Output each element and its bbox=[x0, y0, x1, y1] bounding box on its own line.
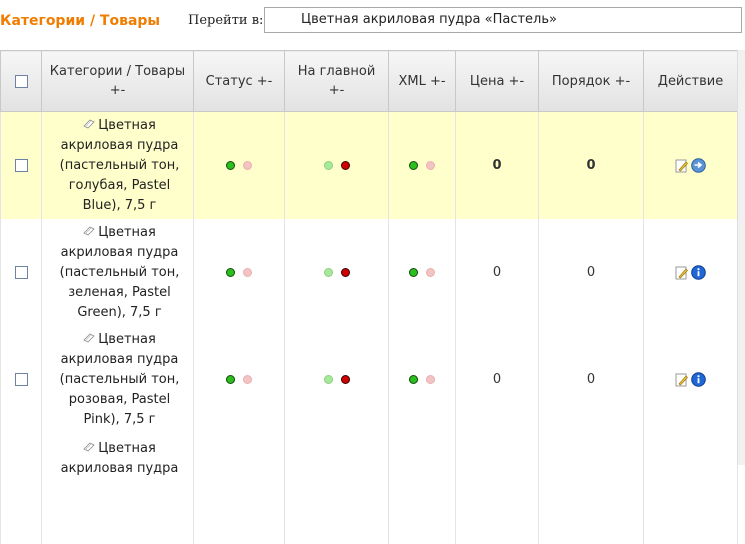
xml-cell bbox=[388, 219, 456, 326]
goto-label: Перейти в: bbox=[188, 13, 264, 28]
status-on-dot[interactable] bbox=[226, 161, 235, 170]
product-name-cell: Цветная акриловая пудра bbox=[41, 433, 194, 544]
home-cell bbox=[284, 219, 389, 326]
col-xml-header[interactable]: XML +- bbox=[388, 50, 456, 112]
edit-icon[interactable] bbox=[675, 373, 688, 387]
products-table: Категории / Товары +- Статус +- На главн… bbox=[0, 50, 738, 544]
home-off-dot[interactable] bbox=[340, 161, 350, 170]
status-on-dot[interactable] bbox=[226, 268, 235, 277]
status-cell bbox=[193, 433, 285, 544]
info-icon[interactable] bbox=[691, 372, 706, 387]
home-off-dot[interactable] bbox=[340, 268, 350, 277]
home-on-dot[interactable] bbox=[323, 161, 333, 170]
home-cell bbox=[284, 111, 389, 219]
edit-icon[interactable] bbox=[675, 159, 688, 173]
xml-off-dot[interactable] bbox=[426, 268, 435, 277]
document-icon bbox=[83, 333, 95, 342]
header-row: Категории / Товары +- Статус +- На главн… bbox=[0, 50, 738, 112]
col-status-header[interactable]: Статус +- bbox=[193, 50, 285, 112]
breadcrumb[interactable]: Категории / Товары bbox=[0, 13, 160, 29]
price-cell: 0 bbox=[455, 111, 539, 219]
table-row: Цветная акриловая пудра (пастельный тон,… bbox=[0, 326, 738, 433]
table-row: Цветная акриловая пудра (пастельный тон,… bbox=[0, 111, 738, 219]
xml-off-dot[interactable] bbox=[426, 375, 435, 384]
home-off-dot[interactable] bbox=[340, 375, 350, 384]
xml-off-dot[interactable] bbox=[426, 161, 435, 170]
status-off-dot[interactable] bbox=[243, 375, 252, 384]
status-on-dot[interactable] bbox=[226, 375, 235, 384]
scrollbar[interactable] bbox=[737, 50, 745, 465]
row-checkbox[interactable] bbox=[14, 373, 28, 386]
order-cell: 0 bbox=[538, 326, 644, 433]
product-name-cell: Цветная акриловая пудра (пастельный тон,… bbox=[41, 111, 194, 219]
action-cell bbox=[643, 219, 738, 326]
order-cell: 0 bbox=[538, 219, 644, 326]
xml-cell bbox=[388, 111, 456, 219]
home-cell bbox=[284, 326, 389, 433]
col-price-header[interactable]: Цена +- bbox=[455, 50, 539, 112]
col-action-header: Действие bbox=[643, 50, 738, 112]
xml-cell bbox=[388, 326, 456, 433]
col-order-header[interactable]: Порядок +- bbox=[538, 50, 644, 112]
table-row: Цветная акриловая пудра bbox=[0, 433, 738, 544]
arrow-icon[interactable] bbox=[691, 158, 706, 173]
document-icon bbox=[83, 119, 95, 128]
status-off-dot[interactable] bbox=[243, 161, 252, 170]
action-cell bbox=[643, 111, 738, 219]
goto-select[interactable]: Цветная акриловая пудра «Пастель» bbox=[264, 7, 742, 33]
edit-icon[interactable] bbox=[675, 266, 688, 280]
action-cell bbox=[643, 326, 738, 433]
status-cell bbox=[193, 219, 285, 326]
row-select-cell bbox=[0, 111, 42, 219]
info-icon[interactable] bbox=[691, 265, 706, 280]
table-row: Цветная акриловая пудра (пастельный тон,… bbox=[0, 219, 738, 326]
action-cell bbox=[643, 433, 738, 544]
product-name[interactable]: Цветная акриловая пудра (пастельный тон,… bbox=[60, 225, 180, 320]
status-cell bbox=[193, 326, 285, 433]
product-name[interactable]: Цветная акриловая пудра (пастельный тон,… bbox=[60, 118, 180, 213]
col-name-header[interactable]: Категории / Товары +- bbox=[41, 50, 194, 112]
status-cell bbox=[193, 111, 285, 219]
document-icon bbox=[83, 226, 95, 235]
home-on-dot[interactable] bbox=[323, 268, 333, 277]
row-select-cell bbox=[0, 219, 42, 326]
xml-on-dot[interactable] bbox=[409, 161, 418, 170]
xml-cell bbox=[388, 433, 456, 544]
order-cell bbox=[538, 433, 644, 544]
document-icon bbox=[83, 442, 95, 452]
col-home-header[interactable]: На главной +- bbox=[284, 50, 389, 112]
price-cell: 0 bbox=[455, 326, 539, 433]
status-off-dot[interactable] bbox=[243, 268, 252, 277]
row-select-cell bbox=[0, 433, 42, 544]
home-cell bbox=[284, 433, 389, 544]
row-checkbox[interactable] bbox=[14, 159, 28, 172]
xml-on-dot[interactable] bbox=[409, 375, 418, 384]
xml-on-dot[interactable] bbox=[409, 268, 418, 277]
select-all-checkbox[interactable] bbox=[14, 74, 28, 88]
home-on-dot[interactable] bbox=[323, 375, 333, 384]
order-cell: 0 bbox=[538, 111, 644, 219]
product-name[interactable]: Цветная акриловая пудра (пастельный тон,… bbox=[60, 332, 180, 427]
product-name[interactable]: Цветная акриловая пудра bbox=[61, 441, 179, 476]
product-name-cell: Цветная акриловая пудра (пастельный тон,… bbox=[41, 219, 194, 326]
top-bar: Категории / Товары Перейти в: Цветная ак… bbox=[0, 0, 745, 44]
row-checkbox[interactable] bbox=[14, 266, 28, 279]
price-cell: 0 bbox=[455, 219, 539, 326]
product-name-cell: Цветная акриловая пудра (пастельный тон,… bbox=[41, 326, 194, 433]
row-select-cell bbox=[0, 326, 42, 433]
price-cell bbox=[455, 433, 539, 544]
select-all-header bbox=[0, 50, 42, 112]
